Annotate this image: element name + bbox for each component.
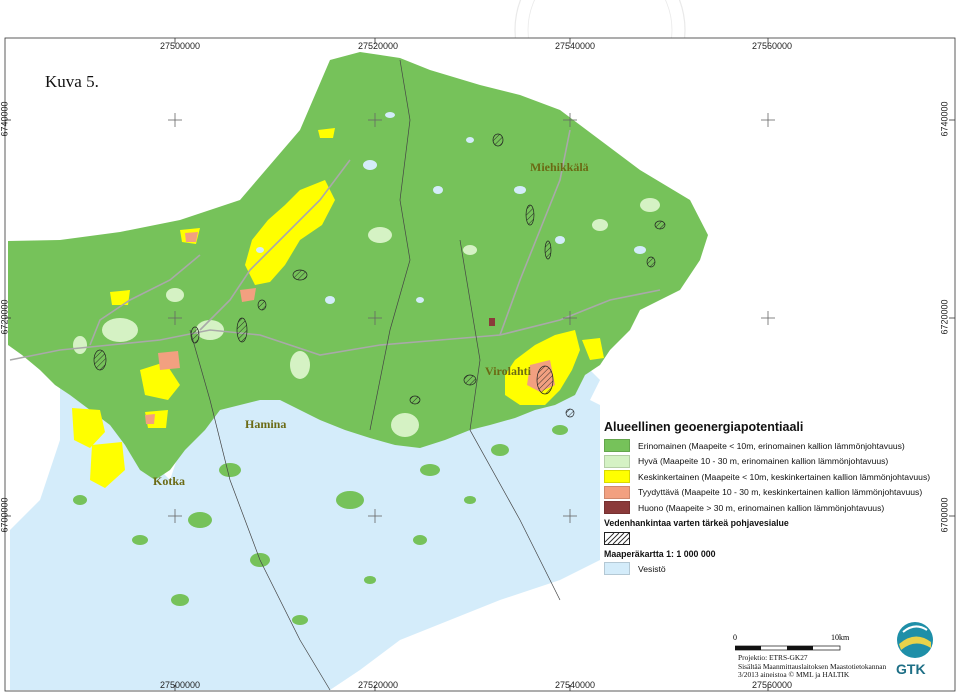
legend-label-satisfactory: Tyydyttävä (Maapeite 10 - 30 m, keskinke… xyxy=(638,487,923,498)
map-legend: Alueellinen geoenergiapotentiaali Erinom… xyxy=(604,420,944,577)
geoenergy-map xyxy=(4,0,956,692)
projection-line-3: 3/2013 aineistoa © MML ja HALTIK xyxy=(738,670,850,680)
figure-label: Kuva 5. xyxy=(45,72,99,91)
x-tick-top-2: 27520000 xyxy=(358,41,399,51)
legend-row-satisfactory: Tyydyttävä (Maapeite 10 - 30 m, keskinke… xyxy=(604,485,944,501)
legend-row-medium: Keskinkertainen (Maapeite < 10m, keskink… xyxy=(604,469,944,485)
legend-swatch-good xyxy=(604,454,630,468)
gtk-logo: GTK xyxy=(893,620,937,680)
place-virolahti: Virolahti xyxy=(485,364,532,378)
legend-row-water: Vesistö xyxy=(604,561,944,577)
y-tick-left-1: 6740000 xyxy=(0,101,10,137)
x-tick-top-1: 27500000 xyxy=(160,41,201,51)
y-tick-left-2: 6720000 xyxy=(0,299,10,335)
legend-row-good: Hyvä (Maapeite 10 - 30 m, erinomainen ka… xyxy=(604,454,944,470)
y-tick-right-1: 6740000 xyxy=(939,101,950,137)
x-tick-top-4: 27560000 xyxy=(752,41,793,51)
legend-swatch-hatch xyxy=(604,531,630,545)
gtk-globe-icon xyxy=(897,622,933,658)
map-figure: Kuva 5. 27500000 27520000 27540000 27560… xyxy=(0,0,960,695)
legend-row-groundwater xyxy=(604,531,944,547)
legend-title: Alueellinen geoenergiapotentiaali xyxy=(604,420,804,434)
place-hamina: Hamina xyxy=(245,417,287,431)
x-tick-bottom-1: 27500000 xyxy=(160,680,201,690)
place-miehikkala: Miehikkälä xyxy=(530,160,589,174)
legend-row-poor: Huono (Maapeite > 30 m, erinomainen kall… xyxy=(604,500,944,516)
legend-groundwater-header: Vedenhankintaa varten tärkeä pohjavesial… xyxy=(604,518,789,528)
legend-swatch-poor xyxy=(604,501,630,515)
legend-soil-header: Maaperäkartta 1: 1 000 000 xyxy=(604,548,716,559)
legend-label-water: Vesistö xyxy=(638,563,666,574)
y-tick-right-2: 6720000 xyxy=(939,299,950,335)
legend-row-excellent: Erinomainen (Maapeite < 10m, erinomainen… xyxy=(604,438,944,454)
x-tick-bottom-4: 27560000 xyxy=(752,680,793,690)
legend-label-poor: Huono (Maapeite > 30 m, erinomainen kall… xyxy=(638,502,885,513)
scale-end: 10km xyxy=(831,633,850,642)
legend-label-excellent: Erinomainen (Maapeite < 10m, erinomainen… xyxy=(638,440,905,451)
legend-label-medium: Keskinkertainen (Maapeite < 10m, keskink… xyxy=(638,471,931,482)
x-tick-top-3: 27540000 xyxy=(555,41,596,51)
scale-zero: 0 xyxy=(733,633,737,642)
x-tick-bottom-2: 27520000 xyxy=(358,680,399,690)
x-tick-bottom-3: 27540000 xyxy=(555,680,596,690)
place-kotka: Kotka xyxy=(153,474,186,488)
projection-info: Projektio: ETRS-GK27 Sisältää Maanmittau… xyxy=(738,653,886,680)
legend-label-good: Hyvä (Maapeite 10 - 30 m, erinomainen ka… xyxy=(638,456,889,467)
scale-bar-graphic xyxy=(735,645,841,651)
gtk-logo-text: GTK xyxy=(896,661,926,677)
legend-swatch-medium xyxy=(604,470,630,484)
poor-potential-spot xyxy=(489,318,495,326)
legend-swatch-satisfactory xyxy=(604,485,630,499)
legend-swatch-water xyxy=(604,562,630,576)
y-tick-left-3: 6700000 xyxy=(0,497,10,533)
legend-swatch-excellent xyxy=(604,439,630,453)
